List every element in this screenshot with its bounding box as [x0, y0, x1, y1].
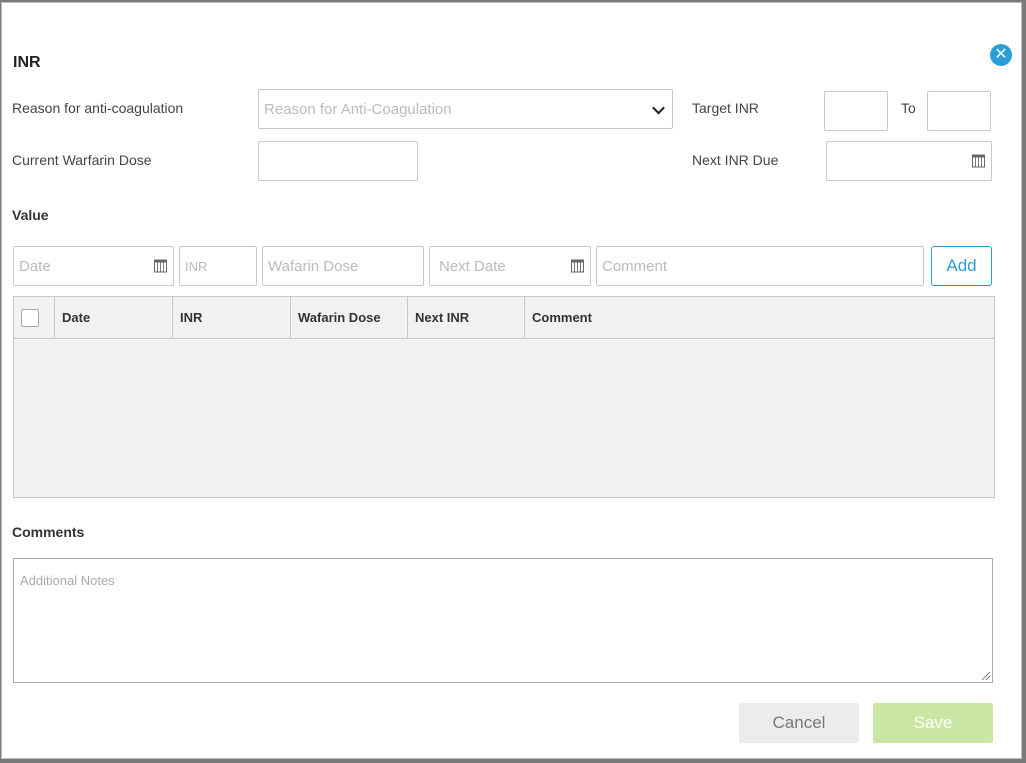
comment-input[interactable]: Comment: [596, 246, 924, 286]
column-header-next-inr[interactable]: Next INR: [408, 297, 525, 338]
column-header-wafarin-dose[interactable]: Wafarin Dose: [291, 297, 408, 338]
date-placeholder: Date: [19, 257, 51, 275]
inr-placeholder: INR: [185, 258, 208, 274]
calendar-icon[interactable]: [972, 154, 985, 168]
add-button[interactable]: Add: [931, 246, 992, 286]
chevron-down-icon: [652, 101, 665, 115]
dialog-title: INR: [13, 54, 41, 71]
next-date-input[interactable]: Next Date: [429, 246, 591, 286]
select-all-cell: [14, 297, 55, 338]
comments-heading: Comments: [12, 524, 85, 540]
next-inr-due-input[interactable]: [826, 141, 992, 181]
reason-select[interactable]: Reason for Anti-Coagulation: [258, 89, 673, 129]
save-button[interactable]: Save: [873, 703, 993, 743]
table-header: Date INR Wafarin Dose Next INR Comment: [14, 297, 994, 339]
wafarin-dose-input[interactable]: Wafarin Dose: [262, 246, 424, 286]
warfarin-dose-input[interactable]: [258, 141, 418, 181]
target-inr-label: Target INR: [692, 100, 759, 116]
dose-label: Current Warfarin Dose: [12, 152, 152, 168]
select-all-checkbox[interactable]: [21, 308, 39, 327]
reason-label: Reason for anti-coagulation: [12, 100, 184, 116]
column-header-comment[interactable]: Comment: [525, 297, 994, 338]
inr-input[interactable]: INR: [179, 246, 257, 286]
value-heading: Value: [12, 207, 49, 223]
calendar-icon[interactable]: [571, 259, 584, 273]
comment-placeholder: Comment: [602, 257, 668, 275]
to-label: To: [901, 100, 916, 116]
resize-grip-icon[interactable]: [982, 672, 990, 680]
target-inr-from-input[interactable]: [824, 91, 888, 131]
cancel-button[interactable]: Cancel: [739, 703, 859, 743]
reason-placeholder: Reason for Anti-Coagulation: [264, 100, 452, 118]
next-date-placeholder: Next Date: [439, 257, 506, 275]
calendar-icon[interactable]: [154, 259, 167, 273]
additional-notes-textarea[interactable]: Additional Notes: [13, 558, 993, 683]
table-body: [14, 339, 994, 498]
wafarin-dose-placeholder: Wafarin Dose: [268, 257, 359, 275]
column-header-inr[interactable]: INR: [173, 297, 291, 338]
additional-notes-placeholder: Additional Notes: [20, 573, 115, 588]
inr-values-table: Date INR Wafarin Dose Next INR Comment: [13, 296, 995, 498]
target-inr-to-input[interactable]: [927, 91, 991, 131]
column-header-date[interactable]: Date: [55, 297, 173, 338]
close-icon[interactable]: ✕: [990, 44, 1012, 66]
inr-dialog: INR ✕ Reason for anti-coagulation Reason…: [1, 2, 1022, 759]
date-input[interactable]: Date: [13, 246, 174, 286]
next-inr-due-label: Next INR Due: [692, 152, 779, 168]
